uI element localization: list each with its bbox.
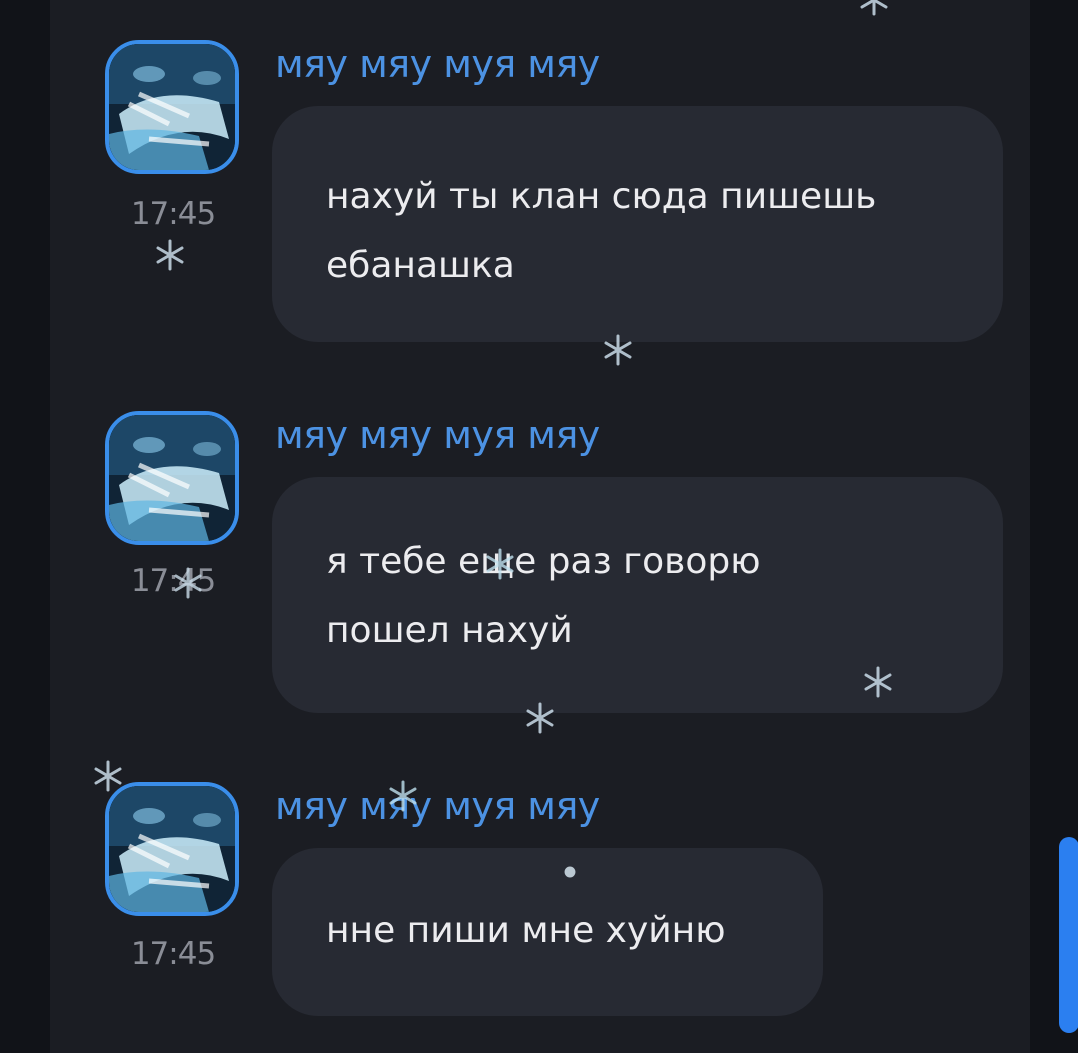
message-text-line: пошел нахуй: [326, 610, 573, 651]
avatar-photo: [109, 44, 235, 170]
snowflake-icon: [486, 548, 514, 580]
snowflake-icon: [604, 334, 632, 366]
sender-name[interactable]: мяу мяу муя мяу: [275, 413, 600, 457]
snowflake-icon: [526, 702, 554, 734]
snowflake-icon: [864, 666, 892, 698]
message-text-line: ебанашка: [326, 245, 515, 286]
message-text-line: я тебе еще раз говорю: [326, 541, 761, 582]
message-time: 17:45: [130, 936, 216, 972]
sender-name[interactable]: мяу мяу муя мяу: [275, 784, 600, 828]
sender-name[interactable]: мяу мяу муя мяу: [275, 42, 600, 86]
snowflake-icon: [156, 239, 184, 271]
message-time: 17:45: [130, 196, 216, 232]
message-text-line: нахуй ты клан сюда пишешь: [326, 176, 877, 217]
avatar[interactable]: [105, 782, 239, 916]
message-text-line: нне пиши мне хуйню: [326, 910, 726, 951]
snowflake-icon: [860, 0, 888, 16]
snowflake-icon: [174, 567, 202, 599]
message-bubble[interactable]: нне пиши мне хуйню: [272, 848, 823, 1016]
snowflake-icon: [389, 780, 417, 812]
chat-panel[interactable]: 17:45 мяу мяу муя мяу нахуй ты клан сюда…: [50, 0, 1078, 1053]
snowflake-icon: [94, 760, 122, 792]
avatar-photo: [109, 786, 235, 912]
avatar[interactable]: [105, 411, 239, 545]
avatar[interactable]: [105, 40, 239, 174]
message-item[interactable]: 17:45 мяу мяу муя мяу нне пиши мне хуйню: [50, 782, 1030, 1032]
snowflake-icon: [564, 866, 576, 878]
message-item[interactable]: 17:45 мяу мяу муя мяу нахуй ты клан сюда…: [50, 40, 1030, 350]
message-bubble[interactable]: нахуй ты клан сюда пишешь ебанашка: [272, 106, 1003, 342]
avatar-photo: [109, 415, 235, 541]
scrollbar-thumb[interactable]: [1059, 837, 1078, 1033]
